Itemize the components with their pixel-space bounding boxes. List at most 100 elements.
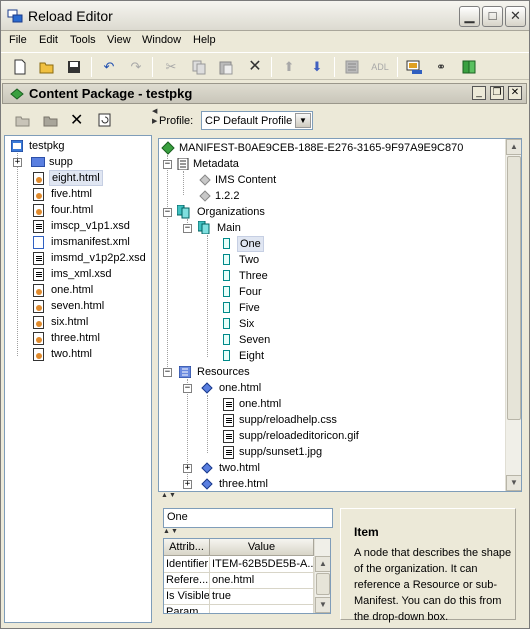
expand-toggle[interactable]: +: [183, 464, 192, 473]
tree-guide: [167, 155, 168, 373]
split-up-arrow[interactable]: ▲: [163, 528, 170, 535]
book-icon[interactable]: [460, 58, 478, 76]
org-item-label: Four: [239, 286, 262, 298]
tree-item-label: imsmd_v1p2p2.xsd: [51, 252, 146, 264]
cut-icon[interactable]: ✂: [162, 58, 180, 76]
delete-icon[interactable]: ✕: [246, 58, 264, 76]
inner-restore-button[interactable]: ❐: [490, 86, 504, 100]
splitter-right-arrow[interactable]: ▶: [152, 117, 157, 125]
refresh-icon[interactable]: [96, 111, 114, 129]
resource-icon: [201, 478, 213, 490]
expand-toggle[interactable]: +: [183, 480, 192, 489]
inner-close-button[interactable]: ✕: [508, 86, 522, 100]
item-title-input[interactable]: One: [163, 508, 333, 528]
reload-app-icon: [7, 9, 23, 23]
vertical-splitter[interactable]: ◀ ▶: [152, 107, 157, 625]
paste-icon[interactable]: [217, 58, 235, 76]
item-icon: [223, 350, 230, 361]
scroll-thumb[interactable]: [316, 573, 330, 595]
org-item-label-selected: One: [237, 236, 264, 252]
app-window: Reload Editor ▁ □ ✕ File Edit Tools View…: [0, 0, 530, 629]
menu-help[interactable]: Help: [193, 34, 216, 46]
table-vertical-scrollbar[interactable]: ▲ ▼: [314, 539, 330, 613]
column-header-value[interactable]: Value: [210, 539, 314, 556]
preview-icon[interactable]: [405, 58, 423, 76]
resource-icon: [201, 382, 213, 394]
undo-icon[interactable]: ↶: [100, 58, 118, 76]
profile-label: Profile:: [159, 115, 194, 127]
item-icon: [223, 302, 230, 313]
collapse-toggle[interactable]: −: [183, 384, 192, 393]
org-item-label: Six: [239, 318, 255, 330]
tree-item-label: six.html: [51, 316, 89, 328]
toolbar-separator: [91, 57, 92, 77]
help-title: Item: [354, 525, 379, 539]
scroll-up-button[interactable]: ▲: [506, 139, 521, 155]
expand-toggle[interactable]: +: [13, 158, 22, 167]
organizations-label: Organizations: [197, 206, 265, 218]
maximize-button[interactable]: □: [482, 6, 503, 27]
menu-tools[interactable]: Tools: [70, 34, 96, 46]
file-icon: [223, 430, 234, 443]
xsd-file-icon: [33, 252, 44, 265]
adl-icon[interactable]: ADL: [368, 58, 392, 76]
html-file-icon: [33, 284, 44, 297]
redo-icon[interactable]: ↷: [127, 58, 145, 76]
collapse-toggle[interactable]: −: [163, 368, 172, 377]
tree-item-label: supp: [49, 156, 73, 168]
scroll-up-button[interactable]: ▲: [315, 556, 330, 572]
collapse-toggle[interactable]: −: [163, 208, 172, 217]
inner-minimize-button[interactable]: _: [472, 86, 486, 100]
tree-vertical-scrollbar[interactable]: ▲ ▼: [505, 139, 521, 491]
manifest-tree-pane: MANIFEST-B0AE9CEB-188E-E276-3165-9F97A9E…: [158, 138, 522, 492]
html-file-icon: [33, 172, 44, 185]
html-file-icon: [33, 300, 44, 313]
collapse-toggle[interactable]: −: [163, 160, 172, 169]
new-folder-icon[interactable]: [42, 111, 60, 129]
package-icon: [10, 88, 24, 100]
scroll-thumb[interactable]: [507, 156, 521, 420]
profile-value: CP Default Profile: [205, 115, 293, 127]
org-item-label: Three: [239, 270, 268, 282]
menu-edit[interactable]: Edit: [39, 34, 58, 46]
tree-item-label: imsmanifest.xml: [51, 236, 130, 248]
scroll-down-button[interactable]: ▼: [506, 475, 521, 491]
attribute-value-cell[interactable]: ITEM-62B5DE5B-A...: [210, 557, 314, 573]
new-file-icon[interactable]: [11, 58, 29, 76]
attribute-value-cell[interactable]: [210, 605, 314, 613]
resource-label: two.html: [219, 462, 260, 474]
content-package-title: Content Package - testpkg: [29, 86, 193, 101]
menu-file[interactable]: File: [9, 34, 27, 46]
menu-bar: File Edit Tools View Window Help: [1, 31, 529, 51]
delete-file-icon[interactable]: ✕: [70, 110, 83, 130]
xsd-file-icon: [33, 220, 44, 233]
binoculars-icon[interactable]: ⚭: [432, 58, 450, 76]
tree-item-label: five.html: [51, 188, 92, 200]
tree-item-label: two.html: [51, 348, 92, 360]
menu-window[interactable]: Window: [142, 34, 181, 46]
file-icon: [223, 446, 234, 459]
file-toolbar: ✕: [4, 107, 152, 133]
collapse-toggle[interactable]: −: [183, 224, 192, 233]
close-button[interactable]: ✕: [505, 6, 526, 27]
attribute-value-cell[interactable]: one.html: [210, 573, 314, 589]
split-down-arrow[interactable]: ▼: [171, 528, 178, 535]
gray-diamond-icon: [199, 174, 211, 186]
metadata-child-label: 1.2.2: [215, 190, 240, 202]
move-down-icon[interactable]: ⬇: [308, 58, 326, 76]
open-folder-icon[interactable]: [38, 58, 56, 76]
import-folder-icon[interactable]: [14, 111, 32, 129]
attribute-value-cell[interactable]: true: [210, 589, 314, 605]
column-header-attribute[interactable]: Attrib...: [164, 539, 210, 556]
copy-icon[interactable]: [190, 58, 208, 76]
menu-view[interactable]: View: [107, 34, 131, 46]
document-icon[interactable]: [343, 58, 361, 76]
dropdown-arrow-icon[interactable]: ▼: [295, 113, 311, 128]
folder-icon: [31, 157, 45, 167]
scroll-down-button[interactable]: ▼: [315, 597, 330, 613]
move-up-icon[interactable]: ⬆: [280, 58, 298, 76]
profile-dropdown[interactable]: CP Default Profile ▼: [201, 111, 313, 130]
minimize-button[interactable]: ▁: [459, 6, 480, 27]
save-icon[interactable]: [65, 58, 83, 76]
splitter-left-arrow[interactable]: ◀: [152, 107, 157, 115]
